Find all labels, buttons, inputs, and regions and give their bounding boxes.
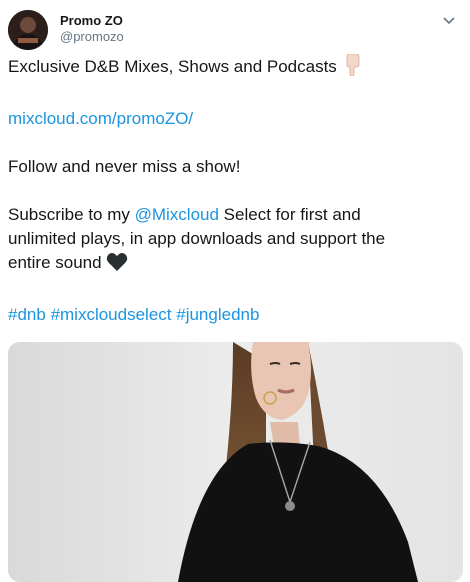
mention-link[interactable]: @Mixcloud [135,205,219,224]
mixcloud-link[interactable]: mixcloud.com/promoZO/ [8,109,193,128]
hashtag-link[interactable]: #dnb [8,305,46,324]
tweet-line: entire sound [8,251,464,279]
photo-image [8,342,463,582]
tweet-media-photo[interactable] [8,342,463,582]
tweet-text: Exclusive D&B Mixes, Shows and Podcasts … [8,53,464,327]
tweet-line: Subscribe to my @Mixcloud Select for fir… [8,203,464,227]
hashtag-link[interactable]: #junglednb [176,305,259,324]
tweet-line: mixcloud.com/promoZO/ [8,107,464,131]
tweet-header: Promo ZO @promozo [8,10,464,50]
user-info[interactable]: Promo ZO @promozo [60,13,124,45]
chevron-down-icon[interactable] [440,12,458,30]
tweet-line: Follow and never miss a show! [8,157,241,176]
user-handle[interactable]: @promozo [60,29,124,45]
avatar[interactable] [8,10,48,50]
tweet-card: Promo ZO @promozo Exclusive D&B Mixes, S… [0,0,470,582]
line4-suffix: Select for first and [218,205,361,224]
pointing-down-emoji-icon [342,53,362,83]
line4-prefix: Subscribe to my [8,205,135,224]
black-heart-icon [106,252,128,279]
tweet-line: unlimited plays, in app downloads and su… [8,229,386,248]
tweet-text-line6: entire sound [8,253,102,272]
hashtag-link[interactable]: #mixcloudselect [51,305,172,324]
tweet-text-line1: Exclusive D&B Mixes, Shows and Podcasts [8,57,337,76]
display-name[interactable]: Promo ZO [60,13,124,29]
tweet-line: Exclusive D&B Mixes, Shows and Podcasts [8,53,464,83]
hashtag-line: #dnb #mixcloudselect #junglednb [8,303,464,327]
